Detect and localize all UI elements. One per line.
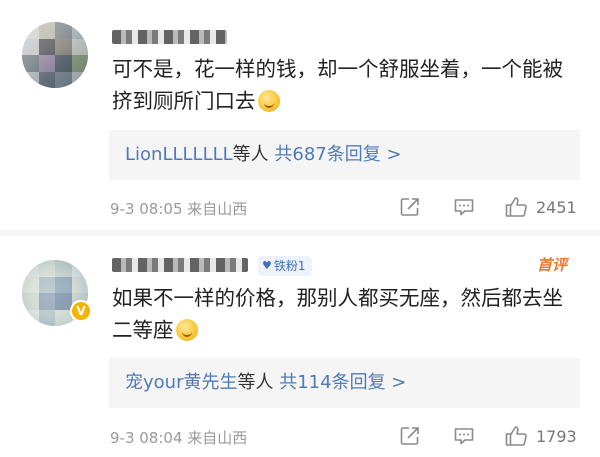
reply-count-link[interactable]: 共114条回复 >	[279, 372, 406, 393]
laugh-cry-face-icon	[175, 319, 198, 341]
comment-icon	[454, 428, 474, 445]
comment-button[interactable]	[452, 424, 476, 448]
like-button[interactable]: 2451	[504, 195, 577, 219]
fan-badge[interactable]: ♥ 铁粉1	[258, 256, 312, 276]
comment-text-body: 可不是，花一样的钱，却一个舒服坐着，一个能被挤到厕所门口去	[112, 57, 563, 113]
thumbs-up-icon	[505, 197, 527, 217]
comment-card-1: 可不是，花一样的钱，却一个舒服坐着，一个能被挤到厕所门口去 LionLLLLLL…	[0, 0, 600, 230]
reply-suffix: 等人	[232, 144, 269, 165]
comment-text: 可不是，花一样的钱，却一个舒服坐着，一个能被挤到厕所门口去	[112, 53, 582, 117]
comment-meta: 9-3 08:04 来自山西	[110, 427, 247, 448]
comment-icon	[454, 199, 474, 216]
comment-card-2: V ♥ 铁粉1 首评 如果不一样的价格，那别人都买无座，然后都去坐二等座 宠yo…	[0, 236, 600, 457]
share-icon	[400, 427, 419, 445]
comment-button[interactable]	[452, 195, 476, 219]
comment-text: 如果不一样的价格，那别人都买无座，然后都去坐二等座	[112, 282, 582, 346]
heart-icon: ♥	[262, 259, 272, 272]
username-blurred[interactable]	[112, 30, 227, 44]
share-button[interactable]	[398, 424, 422, 448]
reply-users[interactable]: LionLLLLLLL	[125, 144, 233, 165]
comment-location: 来自山西	[187, 200, 248, 218]
first-comment-tag: 首评	[537, 256, 568, 274]
comment-time: 9-3 08:05	[110, 200, 183, 218]
verified-badge: V	[70, 300, 92, 322]
comment-time: 9-3 08:04	[110, 429, 183, 447]
like-count: 1793	[536, 426, 577, 446]
smile-face-icon	[257, 90, 280, 112]
comment-location: 来自山西	[187, 429, 248, 447]
avatar[interactable]	[22, 22, 88, 88]
fan-badge-label: 铁粉1	[273, 259, 306, 273]
share-icon	[400, 198, 419, 216]
thumbs-up-icon	[505, 426, 527, 446]
share-button[interactable]	[398, 195, 422, 219]
like-button[interactable]: 1793	[504, 424, 577, 448]
reply-users[interactable]: 宠your黄先生	[125, 372, 237, 393]
reply-count-link[interactable]: 共687条回复 >	[274, 144, 401, 165]
comment-meta: 9-3 08:05 来自山西	[110, 198, 247, 219]
reply-suffix: 等人	[237, 372, 274, 393]
reply-summary[interactable]: 宠your黄先生等人 共114条回复 >	[109, 358, 580, 408]
reply-summary[interactable]: LionLLLLLLL等人 共687条回复 >	[109, 130, 580, 180]
username-blurred[interactable]	[112, 258, 248, 272]
like-count: 2451	[536, 197, 577, 217]
